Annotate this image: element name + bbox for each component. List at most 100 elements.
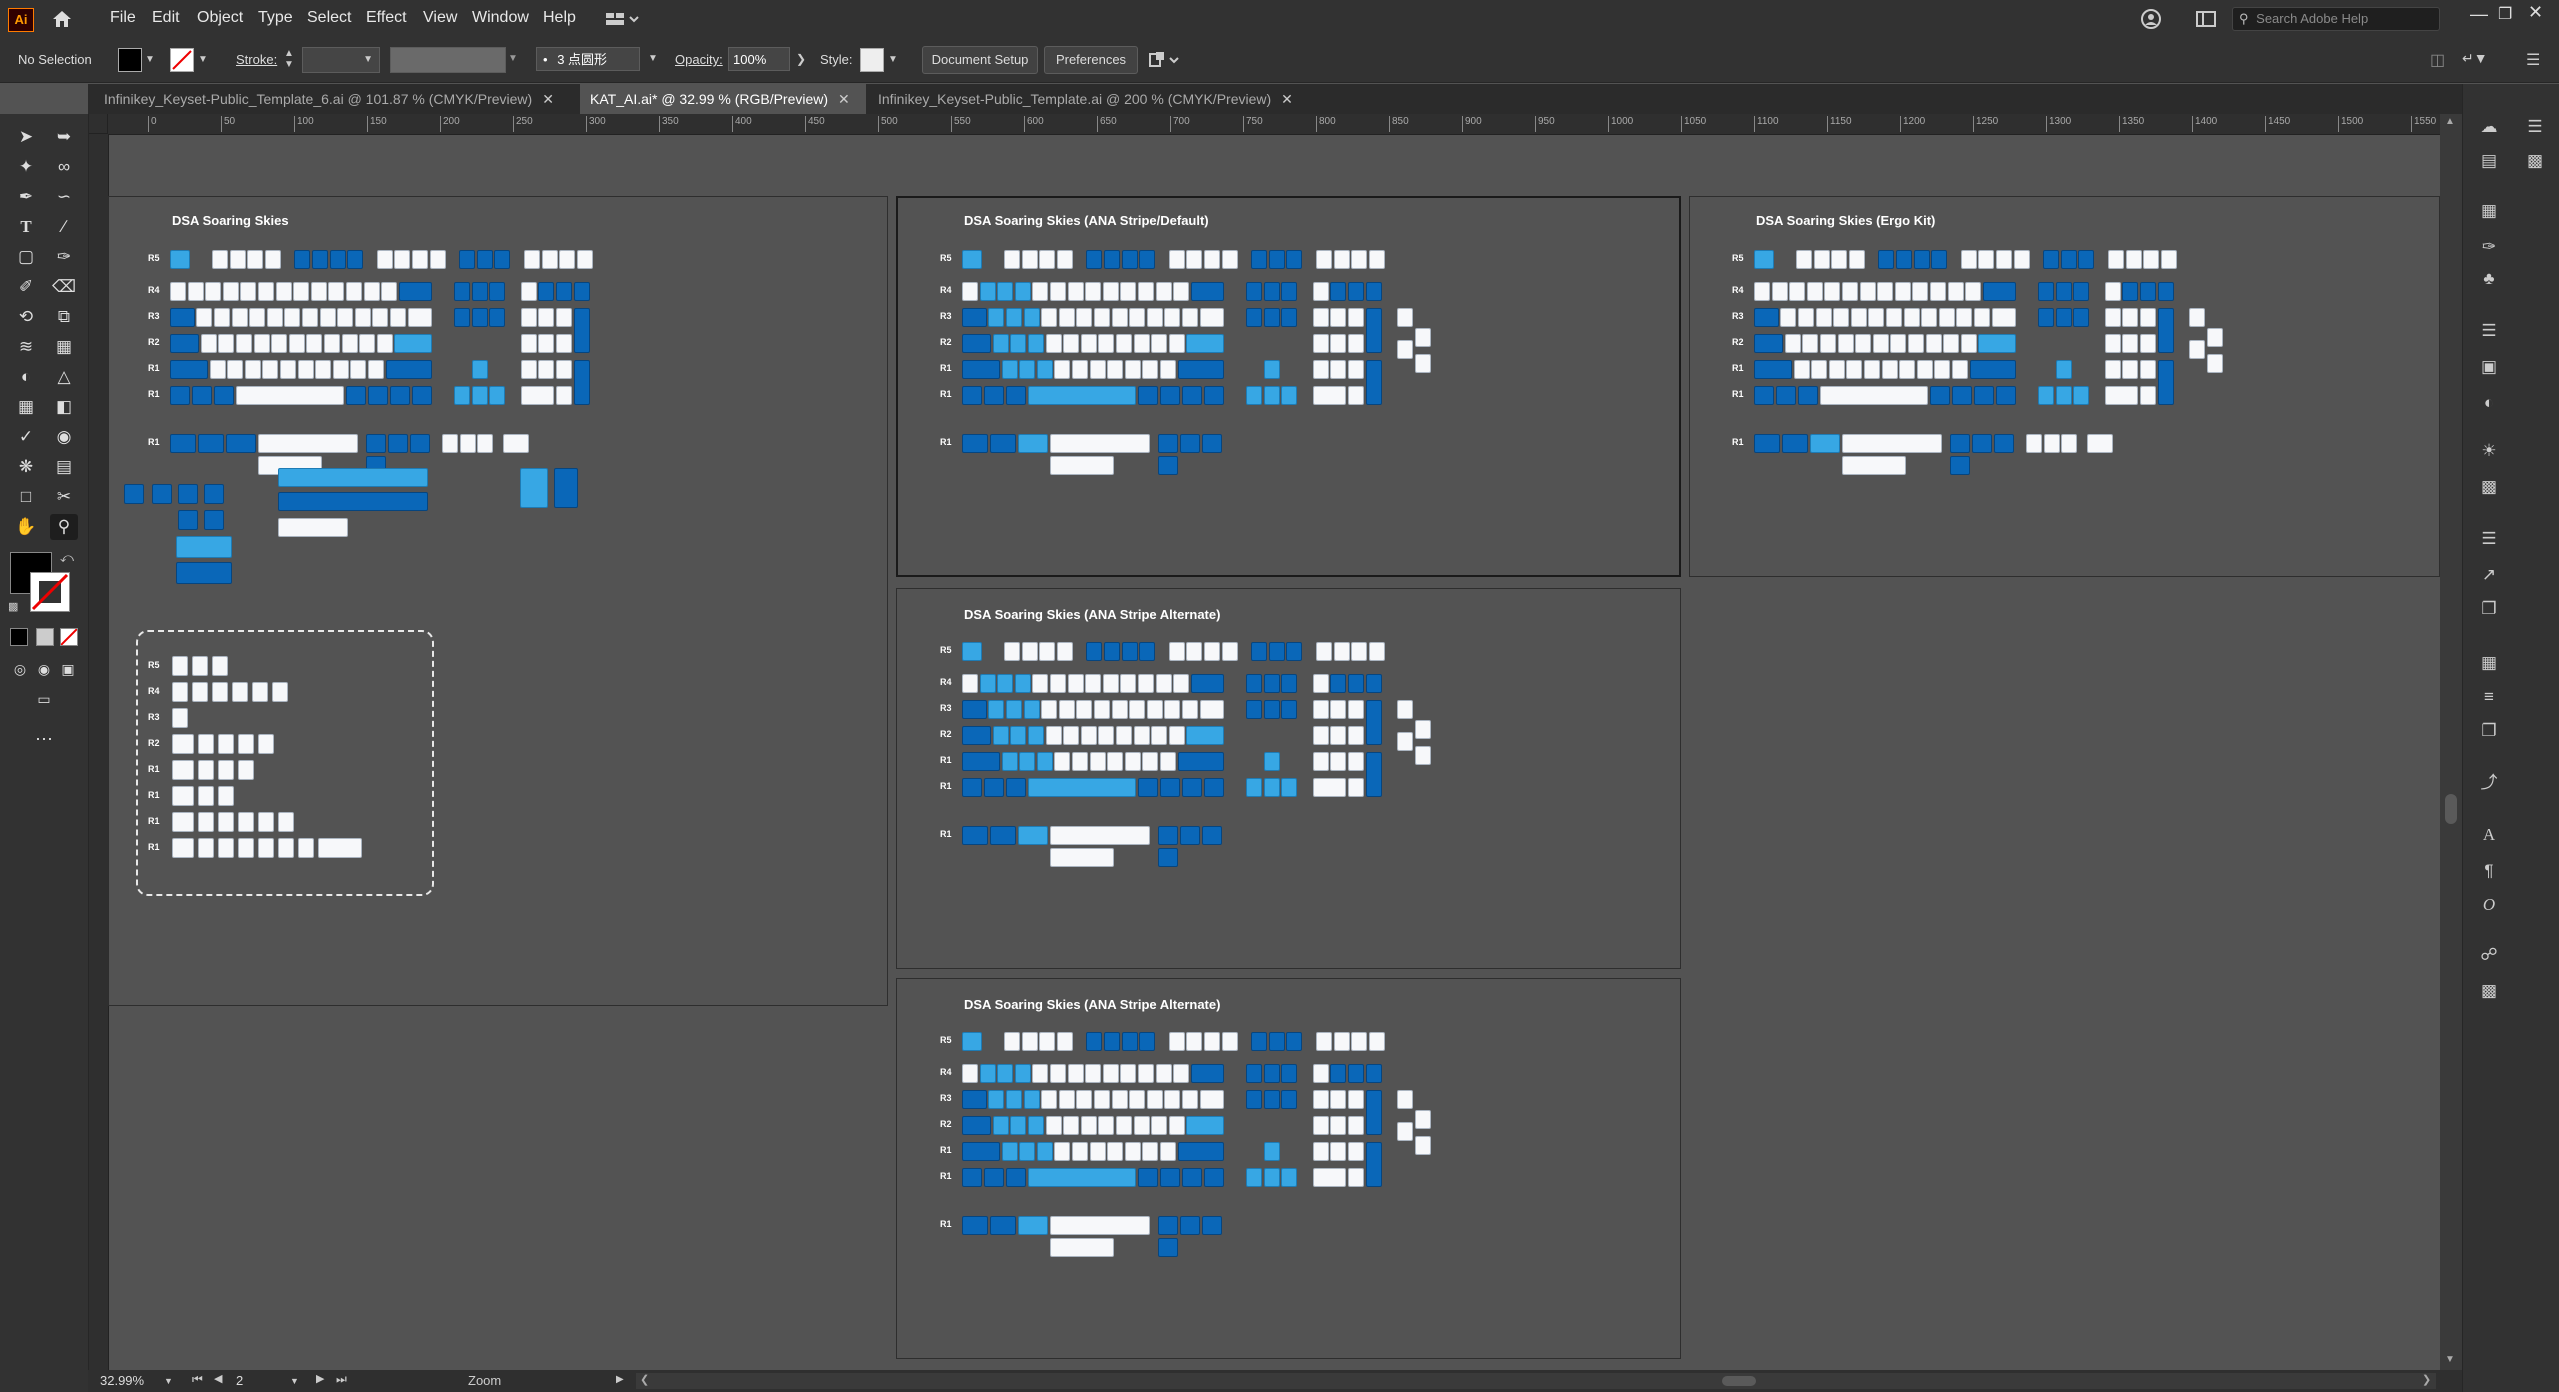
opacity-expand-icon[interactable]: ❯ [796,52,806,66]
document-tab[interactable]: Infinikey_Keyset-Public_Template.ai @ 20… [868,84,1318,114]
panel-menu-icon[interactable]: ▩ [2522,150,2548,172]
previous-artboard-icon[interactable]: ◀ [214,1372,222,1385]
preferences-button[interactable]: Preferences [1044,46,1138,74]
artboard-tool-icon[interactable]: □ [12,484,40,510]
vertical-ruler[interactable] [88,134,109,1370]
eyedropper-tool-icon[interactable]: ✓ [12,424,40,450]
panel-toggle-icon[interactable]: ◫ [2430,50,2450,69]
home-icon[interactable] [50,7,74,31]
menu-file[interactable]: File [110,0,136,38]
lasso-tool-icon[interactable]: ∞ [50,154,78,180]
menu-window[interactable]: Window [472,0,529,38]
transform-icon[interactable]: ▦ [2476,652,2502,674]
horizontal-scroll-thumb[interactable] [1722,1376,1756,1386]
close-tab-icon[interactable]: ✕ [542,91,554,107]
arrange-documents-icon[interactable] [2196,10,2216,28]
character-icon[interactable]: A [2476,824,2502,846]
opentype-icon[interactable]: O [2476,894,2502,916]
align-icon[interactable]: ≡ [2476,686,2502,708]
arrange-panels-icon[interactable]: ↵▼ [2462,50,2492,68]
fill-dropdown-icon[interactable]: ▼ [145,54,155,65]
navigator-icon[interactable]: ▩ [2476,980,2502,1002]
brushes-icon[interactable]: ✑ [2476,236,2502,258]
status-menu-icon[interactable]: ▶ [616,1374,624,1385]
scroll-down-arrow[interactable]: ▼ [2445,1354,2455,1365]
warp-tool-icon[interactable]: ≋ [12,334,40,360]
direct-selection-tool-icon[interactable]: ➥ [50,124,78,150]
shaper-tool-icon[interactable]: ✐ [12,274,40,300]
scroll-left-arrow[interactable]: ❮ [640,1373,649,1386]
links-icon[interactable]: ☍ [2476,944,2502,966]
curvature-tool-icon[interactable]: ∽ [50,184,78,210]
menu-type[interactable]: Type [258,0,293,38]
gradient-mode-icon[interactable] [36,628,54,646]
menu-help[interactable]: Help [543,0,576,38]
artboard-dropdown-icon[interactable]: ▼ [290,1376,299,1386]
fill-swatch[interactable] [118,48,142,72]
paragraph-icon[interactable]: ¶ [2476,860,2502,882]
color-mode-icon[interactable] [10,628,28,646]
gradient-tool-icon[interactable]: ◧ [50,394,78,420]
none-mode-icon[interactable] [60,628,78,646]
swap-fill-stroke-icon[interactable]: ⤺ [60,550,74,566]
artboards-panel-icon[interactable]: ▦ [2476,200,2502,222]
graphic-style-swatch[interactable] [860,48,884,72]
stroke-panel-icon[interactable]: ☰ [2476,320,2502,342]
blend-tool-icon[interactable]: ◉ [50,424,78,450]
properties-icon[interactable]: ▤ [2476,150,2502,172]
graphic-styles-icon[interactable]: ▩ [2476,476,2502,498]
learn-icon[interactable] [2140,8,2162,30]
stroke-stepper-icon[interactable]: ▲ ▼ [284,48,294,70]
variable-width-profile[interactable] [390,47,506,73]
style-dropdown-icon[interactable]: ▼ [888,54,898,65]
menu-view[interactable]: View [423,0,457,38]
brush-definition-field[interactable]: • 3 点圆形 [536,47,640,71]
stroke-color-box[interactable] [30,572,70,612]
horizontal-ruler[interactable]: 0 50 100 150 200 250 300 350 400 450 500 550 600 650 7… [108,114,2509,135]
default-fill-stroke-icon[interactable]: ▩ [8,600,18,613]
opacity-field[interactable]: 100% [728,47,790,71]
first-artboard-icon[interactable]: ⏮ [192,1372,203,1387]
scale-tool-icon[interactable]: ⧉ [50,304,78,330]
symbol-sprayer-tool-icon[interactable]: ❋ [12,454,40,480]
align-options-icon[interactable] [1148,50,1182,70]
layers-icon[interactable]: ☰ [2476,528,2502,550]
scroll-thumb[interactable] [2445,794,2457,824]
document-setup-button[interactable]: Document Setup [922,46,1038,74]
paintbrush-tool-icon[interactable]: ✑ [50,244,78,270]
close-tab-icon[interactable]: ✕ [1281,91,1293,107]
close-tab-icon[interactable]: ✕ [838,91,850,107]
scroll-up-arrow[interactable]: ▲ [2445,116,2455,127]
control-menu-icon[interactable]: ☰ [2526,50,2544,69]
perspective-grid-tool-icon[interactable]: △ [50,364,78,390]
maximize-window-button[interactable]: ❐ [2498,4,2518,24]
search-help-input[interactable]: ⚲ Search Adobe Help [2232,7,2440,31]
mesh-tool-icon[interactable]: ▦ [12,394,40,420]
zoom-tool-icon[interactable]: ⚲ [50,514,78,540]
close-window-button[interactable]: ✕ [2528,2,2548,22]
gradient-panel-icon[interactable]: ▣ [2476,356,2502,378]
collapse-panel-icon[interactable]: ☰ [2522,116,2548,138]
zoom-dropdown-icon[interactable]: ▼ [164,1376,173,1386]
free-transform-tool-icon[interactable]: ▦ [50,334,78,360]
libraries-icon[interactable]: ☁ [2476,116,2502,138]
rotate-tool-icon[interactable]: ⟲ [12,304,40,330]
draw-inside-icon[interactable]: ▣ [54,656,82,682]
horizontal-scrollbar[interactable]: ❮ ❯ [636,1373,2436,1389]
stroke-swatch[interactable] [170,48,194,72]
shape-builder-tool-icon[interactable]: ◐ [12,364,40,390]
profile-dropdown-icon[interactable]: ▼ [508,53,518,64]
hand-tool-icon[interactable]: ✋ [12,514,40,540]
eraser-tool-icon[interactable]: ⌫ [50,274,78,300]
appearance-icon[interactable]: ☀ [2476,440,2502,462]
line-tool-icon[interactable]: ∕ [50,214,78,240]
vertical-scrollbar[interactable]: ▲ ▼ [2440,114,2462,1370]
pathfinder-icon[interactable]: ❐ [2476,720,2502,742]
menu-effect[interactable]: Effect [366,0,407,38]
asset-export-icon[interactable]: ❐ [2476,598,2502,620]
menu-object[interactable]: Object [197,0,243,38]
column-graph-tool-icon[interactable]: ▤ [50,454,78,480]
stroke-weight-field[interactable]: ▼ [302,47,380,73]
transparency-icon[interactable]: ◐ [2476,392,2502,414]
magic-wand-tool-icon[interactable]: ✦ [12,154,40,180]
